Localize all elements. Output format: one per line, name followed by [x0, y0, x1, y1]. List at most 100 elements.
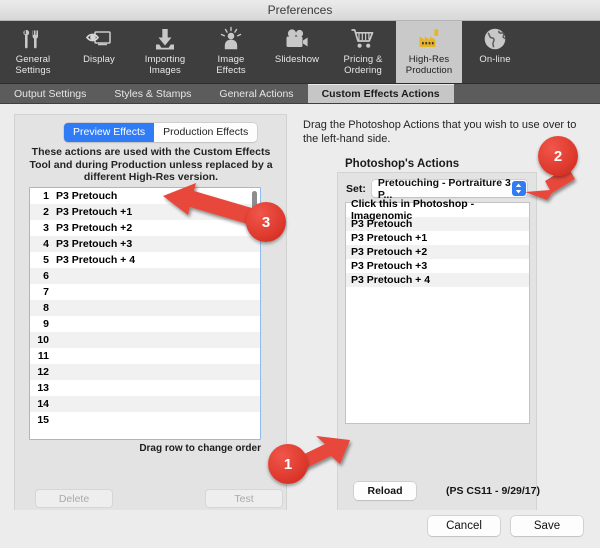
- set-dropdown[interactable]: Pretouching - Portraiture 3 P...: [371, 177, 527, 201]
- row-name: P3 Pretouch: [56, 190, 118, 202]
- toolbar-item-label: Importing Images: [144, 54, 186, 76]
- reload-button[interactable]: Reload: [354, 482, 416, 500]
- toolbar-item-label: Image Effects: [216, 54, 246, 76]
- list-item[interactable]: P3 Pretouch +3: [346, 259, 529, 273]
- toolbar-item-display[interactable]: Display: [66, 21, 132, 83]
- toolbar-item-high-res-production[interactable]: High-Res Production: [396, 21, 462, 83]
- list-item-label: P3 Pretouch +1: [351, 232, 428, 244]
- list-item[interactable]: P3 Pretouch +1: [346, 231, 529, 245]
- tools-icon: [20, 25, 46, 53]
- toolbar-item-importing-images[interactable]: Importing Images: [132, 21, 198, 83]
- cancel-button[interactable]: Cancel: [428, 516, 500, 536]
- row-number: 4: [43, 238, 49, 250]
- table-row[interactable]: 2 P3 Pretouch +1: [30, 204, 260, 220]
- table-row[interactable]: 10: [30, 332, 260, 348]
- segment-label: Preview Effects: [73, 126, 146, 138]
- factory-icon: [416, 25, 442, 53]
- drag-row-hint: Drag row to change order: [139, 443, 261, 454]
- list-item[interactable]: P3 Pretouch + 4: [346, 273, 529, 287]
- list-item-label: P3 Pretouch: [351, 218, 413, 230]
- custom-effects-left-panel: Preview Effects Production Effects These…: [14, 114, 287, 539]
- row-name: P3 Pretouch +2: [56, 222, 133, 234]
- effects-list[interactable]: 1 P3 Pretouch 2 P3 Pretouch +1 3 P3 Pretouc…: [29, 187, 261, 440]
- import-download-icon: [153, 25, 177, 53]
- row-number: 6: [43, 270, 49, 282]
- save-button[interactable]: Save: [511, 516, 583, 536]
- row-number: 7: [43, 286, 49, 298]
- segment-preview-effects[interactable]: Preview Effects: [64, 123, 155, 142]
- tab-styles-stamps[interactable]: Styles & Stamps: [100, 84, 205, 103]
- toolbar-item-pricing-ordering[interactable]: Pricing & Ordering: [330, 21, 396, 83]
- row-name: P3 Pretouch + 4: [56, 254, 136, 266]
- window-title: Preferences: [267, 3, 333, 17]
- effects-list-rows: 1 P3 Pretouch 2 P3 Pretouch +1 3 P3 Pretouc…: [30, 188, 260, 428]
- tab-custom-effects-actions[interactable]: Custom Effects Actions: [307, 84, 454, 103]
- list-item-label: P3 Pretouch +3: [351, 260, 428, 272]
- photoshop-actions-list[interactable]: Click this in Photoshop - Imagenomic P3 …: [345, 198, 530, 424]
- list-item[interactable]: Click this in Photoshop - Imagenomic: [346, 198, 529, 222]
- tab-general-actions[interactable]: General Actions: [205, 84, 307, 103]
- shopping-cart-icon: [350, 25, 377, 53]
- preferences-content: Preview Effects Production Effects These…: [0, 104, 600, 548]
- test-button-label: Test: [234, 492, 254, 505]
- globe-icon: [482, 25, 508, 53]
- set-dropdown-stepper[interactable]: [511, 181, 526, 196]
- table-row[interactable]: 8: [30, 300, 260, 316]
- list-item[interactable]: P3 Pretouch +2: [346, 245, 529, 259]
- table-row[interactable]: 15: [30, 412, 260, 428]
- segment-production-effects[interactable]: Production Effects: [154, 123, 258, 142]
- save-button-label: Save: [533, 520, 561, 532]
- table-row[interactable]: 1 P3 Pretouch: [30, 188, 260, 204]
- row-number: 8: [43, 302, 49, 314]
- table-row[interactable]: 13: [30, 380, 260, 396]
- set-selector-row: Set: Pretouching - Portraiture 3 P...: [346, 177, 527, 201]
- row-number: 15: [37, 414, 49, 426]
- tab-label: Custom Effects Actions: [321, 87, 440, 100]
- table-row[interactable]: 11: [30, 348, 260, 364]
- row-name: P3 Pretouch +3: [56, 238, 133, 250]
- toolbar-item-label: Pricing & Ordering: [343, 54, 383, 76]
- toolbar-item-label: High-Res Production: [405, 54, 453, 76]
- table-row[interactable]: 12: [30, 364, 260, 380]
- dialog-footer: Cancel Save: [0, 510, 600, 546]
- set-dropdown-value: Pretouching - Portraiture 3 P...: [377, 176, 511, 201]
- preferences-toolbar: General Settings Display Importing Image…: [0, 21, 600, 84]
- display-eye-icon: [85, 25, 113, 53]
- toolbar-item-image-effects[interactable]: Image Effects: [198, 21, 264, 83]
- image-effects-icon: [218, 25, 244, 53]
- cancel-button-label: Cancel: [446, 520, 482, 532]
- list-item-label: P3 Pretouch +2: [351, 246, 428, 258]
- toolbar-item-slideshow[interactable]: Slideshow: [264, 21, 330, 83]
- effects-list-scrollbar[interactable]: [252, 191, 257, 217]
- row-number: 9: [43, 318, 49, 330]
- row-number: 1: [43, 190, 49, 202]
- row-number: 3: [43, 222, 49, 234]
- effects-mode-segmented-control[interactable]: Preview Effects Production Effects: [64, 123, 258, 142]
- toolbar-item-label: Display: [83, 54, 115, 65]
- chevron-updown-icon: [516, 183, 522, 194]
- row-number: 2: [43, 206, 49, 218]
- table-row[interactable]: 5 P3 Pretouch + 4: [30, 252, 260, 268]
- table-row[interactable]: 6: [30, 268, 260, 284]
- toolbar-item-label: General Settings: [15, 54, 51, 76]
- table-row[interactable]: 3 P3 Pretouch +2: [30, 220, 260, 236]
- row-number: 12: [37, 366, 49, 378]
- segment-label: Production Effects: [163, 126, 249, 138]
- row-number: 13: [37, 382, 49, 394]
- delete-button[interactable]: Delete: [35, 489, 113, 508]
- table-row[interactable]: 7: [30, 284, 260, 300]
- toolbar-item-label: On-line: [479, 54, 511, 65]
- tab-output-settings[interactable]: Output Settings: [0, 84, 100, 103]
- table-row[interactable]: 4 P3 Pretouch +3: [30, 236, 260, 252]
- toolbar-item-on-line[interactable]: On-line: [462, 21, 528, 83]
- table-row[interactable]: 14: [30, 396, 260, 412]
- tab-label: Output Settings: [14, 87, 87, 100]
- left-panel-description: These actions are used with the Custom E…: [29, 146, 273, 184]
- set-label: Set:: [346, 182, 366, 195]
- test-button[interactable]: Test: [205, 489, 283, 508]
- table-row[interactable]: 9: [30, 316, 260, 332]
- row-number: 5: [43, 254, 49, 266]
- photoshop-version-text: (PS CS11 - 9/29/17): [446, 485, 540, 497]
- row-number: 11: [37, 350, 49, 362]
- toolbar-item-general-settings[interactable]: General Settings: [0, 21, 66, 83]
